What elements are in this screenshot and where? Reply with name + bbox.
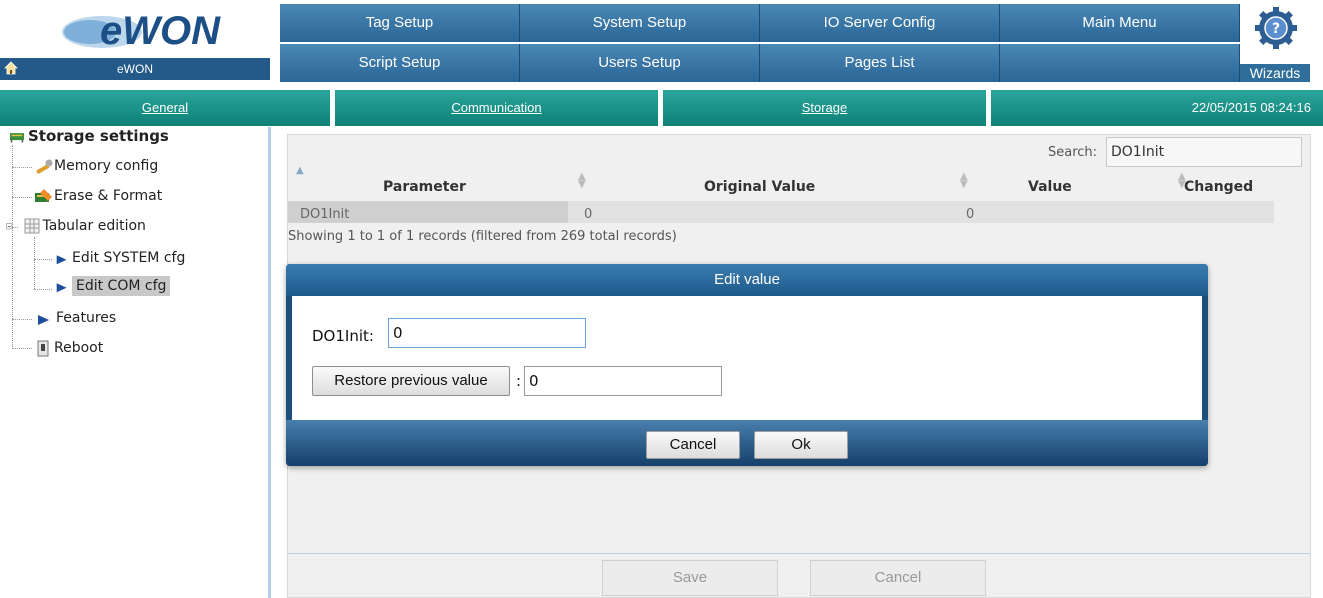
sidebar-item-memory-config[interactable]: Memory config <box>34 157 158 175</box>
wrench-icon <box>36 159 53 174</box>
sub-tabs: General Communication Storage 22/05/2015… <box>0 90 1323 126</box>
cell-value: 0 <box>966 207 975 222</box>
sidebar-item-edit-com-cfg[interactable]: Edit COM cfg <box>54 276 171 296</box>
logo-area: eWON eWON <box>0 0 270 82</box>
sidebar-item-tabular-edition[interactable]: Tabular edition <box>6 217 146 235</box>
sidebar-item-erase-format[interactable]: Erase & Format <box>34 187 162 205</box>
nav-script-setup[interactable]: Script Setup <box>280 44 520 82</box>
sidebar-item-features[interactable]: Features <box>34 309 116 327</box>
column-header-changed[interactable]: Changed <box>1184 179 1253 195</box>
nav-pages-list[interactable]: Pages List <box>760 44 1000 82</box>
arrow-right-icon <box>56 255 67 265</box>
column-header-parameter[interactable]: Parameter <box>383 179 466 195</box>
device-bar[interactable]: eWON <box>0 58 270 80</box>
sidebar-tree: Storage settings Memory config Erase & F… <box>0 127 268 598</box>
storage-icon <box>10 132 24 142</box>
arrow-right-icon <box>56 283 67 293</box>
sidebar-item-label: Memory config <box>54 158 159 174</box>
sidebar-item-label: Erase & Format <box>54 188 163 204</box>
save-button[interactable]: Save <box>602 560 778 596</box>
edit-value-dialog: Edit value DO1Init: Restore previous val… <box>286 264 1208 466</box>
sidebar-item-edit-system-cfg[interactable]: Edit SYSTEM cfg <box>54 249 185 267</box>
nav-empty-slot <box>1000 44 1240 82</box>
erase-format-icon <box>35 189 52 202</box>
sidebar-title[interactable]: Storage settings <box>6 127 169 145</box>
help-gear-icon[interactable]: ? <box>1254 6 1298 50</box>
dialog-ok-button[interactable]: Ok <box>754 431 848 459</box>
tab-storage[interactable]: Storage <box>663 90 991 126</box>
cell-original-value: 0 <box>584 207 593 222</box>
tab-general[interactable]: General <box>0 90 335 126</box>
sort-asc-icon[interactable]: ▲ <box>296 166 304 176</box>
dialog-body: DO1Init: Restore previous value : <box>292 296 1202 420</box>
search-input[interactable] <box>1106 137 1302 167</box>
restore-previous-value-button[interactable]: Restore previous value <box>312 366 510 396</box>
nav-io-server-config[interactable]: IO Server Config <box>760 4 1000 42</box>
field-label: DO1Init: <box>312 327 374 345</box>
dialog-footer <box>286 420 1208 466</box>
sort-icon[interactable]: ▲ ▼ <box>960 172 968 190</box>
dialog-title[interactable]: Edit value <box>286 264 1208 296</box>
power-switch-icon <box>37 340 49 357</box>
nav-users-setup[interactable]: Users Setup <box>520 44 760 82</box>
sidebar-item-label: Reboot <box>54 340 104 356</box>
column-header-value[interactable]: Value <box>1028 179 1072 195</box>
search-label: Search: <box>1048 145 1098 160</box>
sidebar-item-reboot[interactable]: Reboot <box>34 339 103 357</box>
value-input[interactable] <box>388 318 586 348</box>
tab-communication[interactable]: Communication <box>335 90 663 126</box>
previous-value-input[interactable] <box>524 366 722 396</box>
arrow-right-icon <box>38 315 49 325</box>
nav-main-menu[interactable]: Main Menu <box>1000 4 1240 42</box>
top-navigation: Tag Setup System Setup IO Server Config … <box>280 0 1240 82</box>
logo-text: eWON <box>100 9 221 53</box>
cell-parameter: DO1Init <box>300 207 350 222</box>
sidebar-item-label: Tabular edition <box>42 218 146 234</box>
datetime-display: 22/05/2015 08:24:16 <box>991 90 1323 126</box>
ewon-logo: eWON <box>62 9 221 53</box>
sidebar-item-label: Edit COM cfg <box>72 276 171 296</box>
svg-text:?: ? <box>1272 21 1280 37</box>
records-info: Showing 1 to 1 of 1 records (filtered fr… <box>288 229 677 244</box>
cancel-button[interactable]: Cancel <box>810 560 986 596</box>
action-bar: Save Cancel <box>288 553 1310 597</box>
device-name: eWON <box>117 62 153 76</box>
restore-separator: : <box>516 372 522 390</box>
table-icon <box>24 218 40 234</box>
wizards-button[interactable]: Wizards <box>1240 64 1310 82</box>
sidebar-item-label: Features <box>56 310 117 326</box>
sidebar-title-label: Storage settings <box>28 127 169 145</box>
nav-tag-setup[interactable]: Tag Setup <box>280 4 520 42</box>
column-header-original-value[interactable]: Original Value <box>704 179 815 195</box>
dialog-cancel-button[interactable]: Cancel <box>646 431 740 459</box>
nav-system-setup[interactable]: System Setup <box>520 4 760 42</box>
sort-icon[interactable]: ▲ ▼ <box>578 172 586 190</box>
table-row[interactable] <box>288 201 1274 223</box>
sidebar-item-label: Edit SYSTEM cfg <box>72 250 186 266</box>
collapse-icon[interactable] <box>6 217 18 235</box>
